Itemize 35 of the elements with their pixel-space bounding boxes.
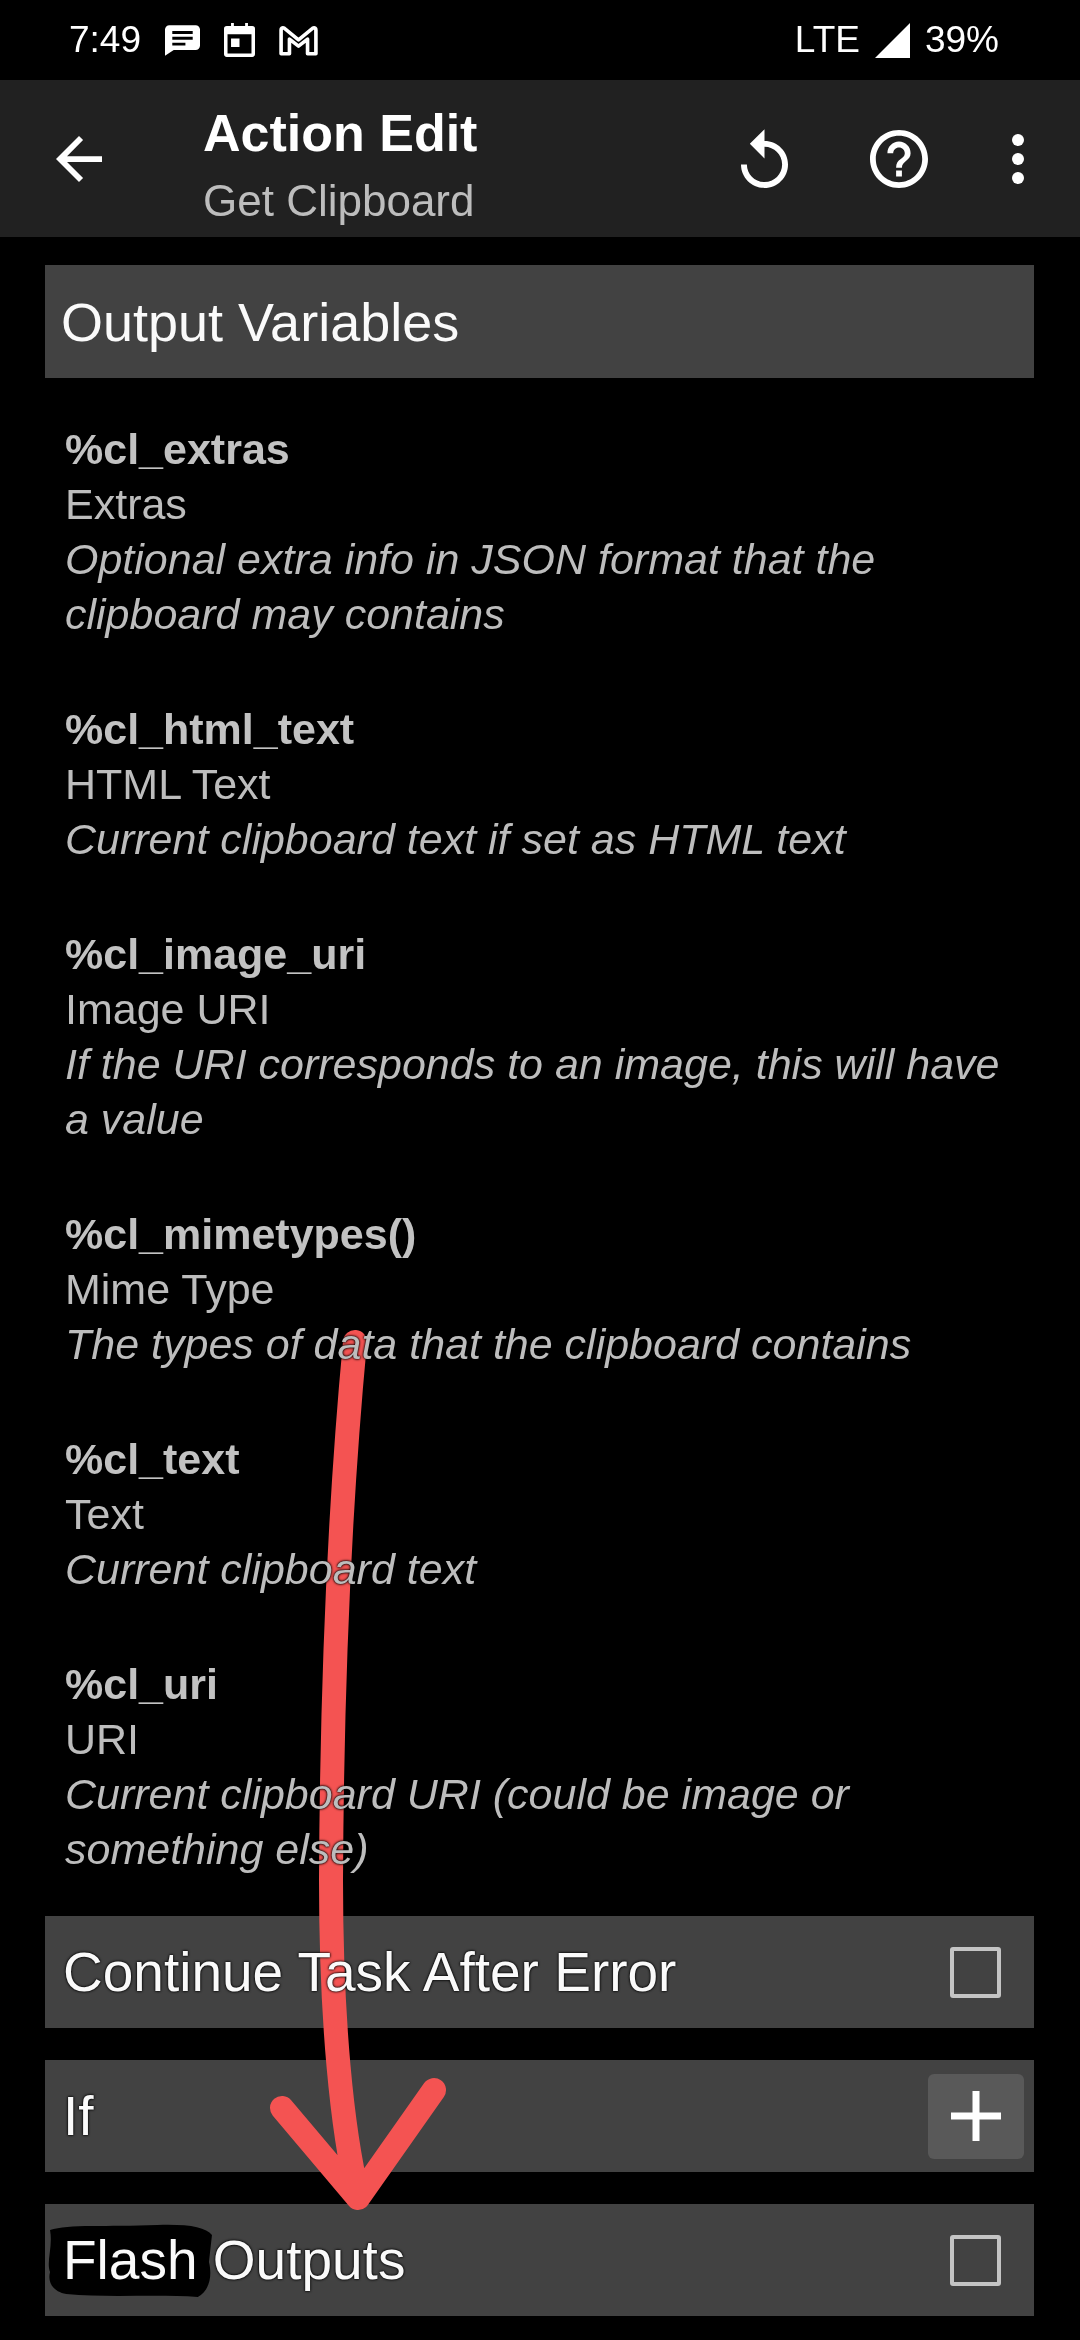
m-shape-icon: [279, 24, 318, 56]
back-icon: [56, 135, 102, 182]
variable-description: Optional extra info in JSON format that the clipboard may contains: [65, 534, 877, 640]
variable-name: %cl_image_uri: [65, 929, 367, 980]
variable-label: Mime Type: [65, 1264, 275, 1315]
status-time: 7:49: [69, 18, 141, 62]
help-icon: [870, 129, 928, 188]
variable-name: %cl_extras: [65, 424, 290, 475]
variable-name: %cl_text: [65, 1434, 240, 1485]
variable-label: Image URI: [65, 984, 271, 1035]
variable-description: If the URI corresponds to an image, this will have a value: [65, 1039, 1001, 1145]
screen-title: Action Edit: [203, 103, 478, 164]
option-label: If: [63, 2084, 94, 2148]
variable-label: URI: [65, 1714, 140, 1765]
checkbox[interactable]: [950, 1946, 1001, 1998]
option-label: Flash Outputs: [46, 2222, 406, 2298]
section-header: Output Variables: [45, 265, 1034, 378]
variable-name: %cl_uri: [65, 1659, 218, 1710]
add-button[interactable]: [928, 2073, 1024, 2159]
battery-level: 39%: [924, 18, 999, 62]
message-icon: [165, 24, 200, 56]
signal-icon: [874, 22, 910, 58]
calendar-icon: [224, 23, 255, 57]
variable-label: Extras: [65, 479, 187, 530]
variable-name: %cl_html_text: [65, 704, 355, 755]
variable-label: HTML Text: [65, 759, 271, 810]
reset-icon: [740, 129, 788, 188]
checkbox[interactable]: [950, 2234, 1001, 2286]
variable-description: Current clipboard text if set as HTML text: [65, 814, 846, 865]
plus-icon: [951, 2091, 1001, 2141]
network-type: LTE: [794, 18, 860, 62]
more-icon: [1012, 133, 1024, 184]
screen-subtitle: Get Clipboard: [203, 175, 475, 227]
variable-name: %cl_mimetypes(): [65, 1209, 417, 1260]
variable-label: Text: [65, 1489, 144, 1540]
